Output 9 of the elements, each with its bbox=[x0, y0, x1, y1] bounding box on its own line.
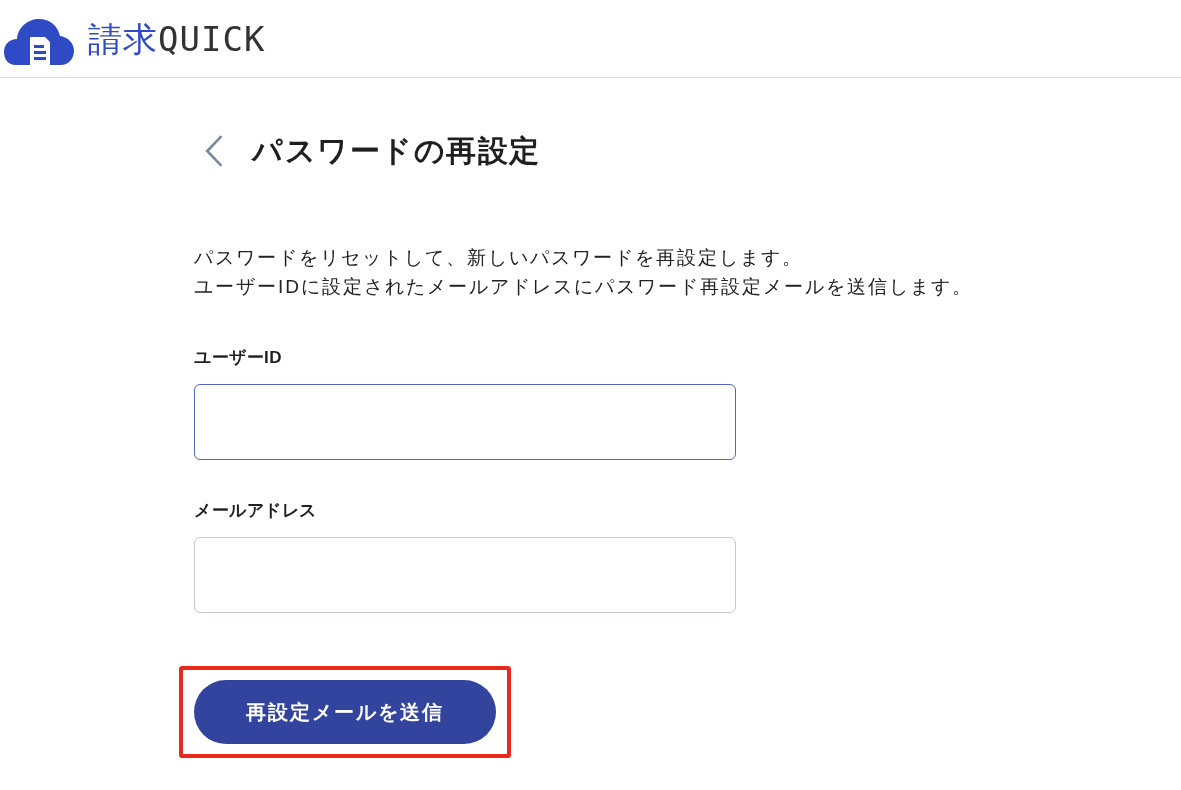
logo-text: 請求QUICK bbox=[88, 18, 266, 59]
field-label: ユーザーID bbox=[194, 347, 282, 369]
field-label: メールアドレス bbox=[194, 500, 317, 522]
send-reset-email-button[interactable]: 再設定メールを送信 bbox=[194, 680, 496, 744]
description-text: パスワードをリセットして、新しいパスワードを再設定します。 ユーザーIDに設定されたメールアドレスにパスワード再設定メールを送信します。 bbox=[194, 246, 973, 299]
input-field[interactable] bbox=[194, 537, 736, 613]
back-chevron-icon[interactable] bbox=[205, 135, 223, 167]
page-title: パスワードの再設定 bbox=[252, 133, 541, 169]
input-field[interactable] bbox=[194, 384, 736, 460]
